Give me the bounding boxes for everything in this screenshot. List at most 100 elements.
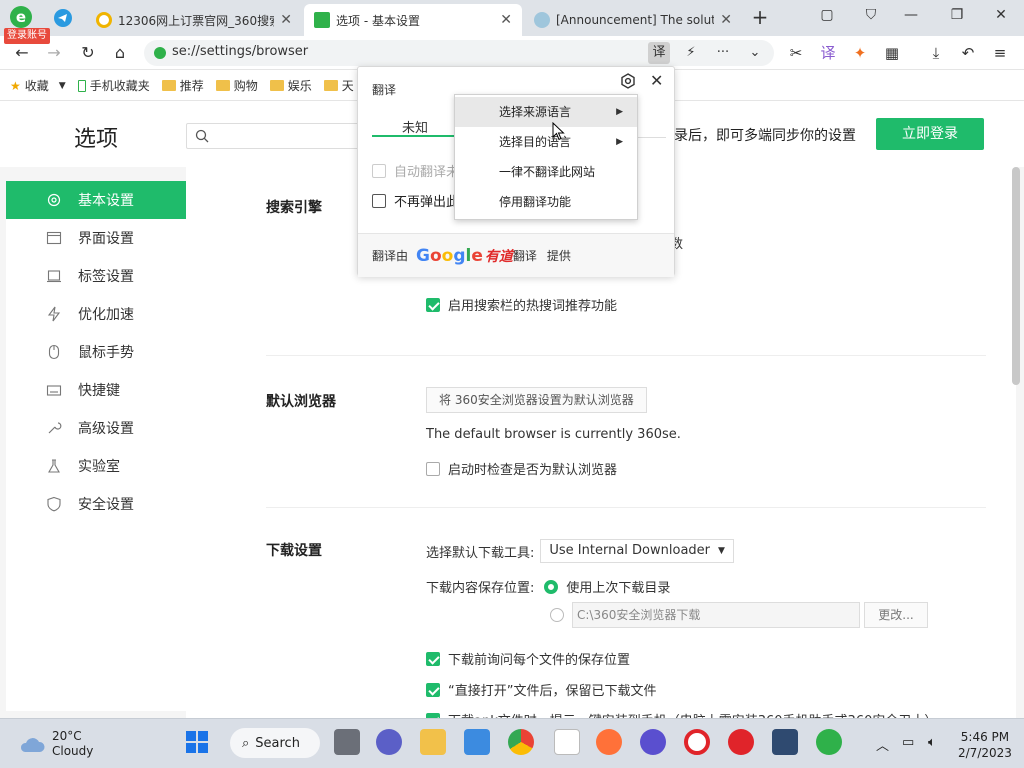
- browser-logo[interactable]: e 登录账号: [4, 2, 50, 44]
- apps-icon[interactable]: ▦: [880, 41, 904, 65]
- download-tool-select[interactable]: Use Internal Downloader ▼: [540, 539, 734, 563]
- translate-tool-icon[interactable]: 译: [816, 41, 840, 65]
- bookmark-more[interactable]: 天: [323, 77, 354, 94]
- hot-words-checkbox[interactable]: [426, 297, 440, 312]
- telegram-icon[interactable]: [52, 7, 74, 29]
- ask-each-checkbox[interactable]: [426, 651, 440, 666]
- close-icon[interactable]: ✕: [280, 12, 292, 28]
- store-icon[interactable]: [464, 729, 490, 755]
- check-default-checkbox[interactable]: [426, 461, 440, 476]
- login-badge[interactable]: 登录账号: [4, 28, 50, 44]
- task-view-icon[interactable]: [334, 729, 360, 755]
- close-icon[interactable]: ✕: [720, 12, 732, 28]
- home-button[interactable]: ⌂: [108, 41, 132, 65]
- taskbar-search[interactable]: ⌕ Search: [230, 728, 320, 758]
- tab-12306[interactable]: 12306网上订票官网_360搜索 ✕: [86, 4, 302, 36]
- no-popup-option[interactable]: 不再弹出此: [372, 191, 459, 210]
- login-button[interactable]: 立即登录: [876, 118, 984, 150]
- taskbar-clock[interactable]: 5:46 PM 2/7/2023: [958, 729, 1012, 761]
- bookmark-mobile[interactable]: 手机收藏夹: [77, 77, 150, 94]
- network-icon[interactable]: ▭: [902, 735, 914, 750]
- monitor-app-icon[interactable]: [772, 729, 798, 755]
- game-icon[interactable]: ✦: [848, 41, 872, 65]
- menu-item-target-language[interactable]: 选择目的语言 ▶: [455, 127, 637, 157]
- restore-button[interactable]: ❐: [942, 4, 972, 26]
- sidebar-item-security[interactable]: 安全设置: [6, 485, 186, 523]
- firefox-dev-icon[interactable]: [640, 729, 666, 755]
- download-icon[interactable]: ⤓: [924, 41, 948, 65]
- sidebar-item-shortcuts[interactable]: 快捷键: [6, 371, 186, 409]
- menu-item-never-translate[interactable]: 一律不翻译此网站: [455, 157, 637, 187]
- tab-icon: [47, 270, 61, 283]
- check-default-option[interactable]: 启动时检查是否为默认浏览器: [426, 459, 617, 478]
- scrollbar[interactable]: [1012, 167, 1020, 385]
- translate-icon[interactable]: 译: [648, 42, 670, 64]
- chevron-down-icon[interactable]: ⌄: [744, 42, 766, 64]
- sidebar-item-mouse[interactable]: 鼠标手势: [6, 333, 186, 371]
- auto-translate-checkbox[interactable]: [372, 163, 386, 178]
- sidebar-item-lab[interactable]: 实验室: [6, 447, 186, 485]
- bookmark-entertainment[interactable]: 娱乐: [269, 77, 312, 94]
- reload-button[interactable]: ↻: [76, 41, 100, 65]
- ask-each-option[interactable]: 下载前询问每个文件的保存位置: [426, 649, 630, 668]
- keep-file-option[interactable]: “直接打开”文件后，保留已下载文件: [426, 680, 656, 699]
- no-popup-checkbox[interactable]: [372, 193, 386, 208]
- volume-icon[interactable]: 🔈︎: [928, 735, 936, 750]
- tab-settings[interactable]: 选项 - 基本设置 ✕: [304, 4, 522, 36]
- scissors-icon[interactable]: ✂: [784, 41, 808, 65]
- sidebar-item-interface[interactable]: 界面设置: [6, 219, 186, 257]
- forward-button[interactable]: →: [42, 41, 66, 65]
- yandex-icon[interactable]: [728, 729, 754, 755]
- gear-icon[interactable]: [620, 73, 636, 89]
- more-icon[interactable]: ···: [712, 42, 734, 64]
- weather-widget[interactable]: 20°C Cloudy: [18, 729, 93, 759]
- wrench-icon: [48, 422, 62, 434]
- tab-announcement[interactable]: [Announcement] The solution ✕: [524, 4, 742, 36]
- bookmark-recommend[interactable]: 推荐: [161, 77, 204, 94]
- sidebar-item-advanced[interactable]: 高级设置: [6, 409, 186, 447]
- chevron-up-icon[interactable]: ︿: [876, 735, 889, 754]
- keep-file-checkbox[interactable]: [426, 682, 440, 697]
- close-window-button[interactable]: ✕: [986, 4, 1016, 26]
- auto-translate-option[interactable]: 自动翻译未: [372, 161, 459, 180]
- change-path-button[interactable]: 更改...: [864, 602, 928, 628]
- menu-item-source-language[interactable]: 选择来源语言 ▶: [455, 97, 637, 127]
- windows-start-icon[interactable]: [184, 729, 210, 755]
- sidebar-item-tabs[interactable]: 标签设置: [6, 257, 186, 295]
- 360-browser-icon[interactable]: [816, 729, 842, 755]
- undo-icon[interactable]: ↶: [956, 41, 980, 65]
- firefox-icon[interactable]: [596, 729, 622, 755]
- menu-icon[interactable]: ≡: [988, 41, 1012, 65]
- apk-option[interactable]: 下载apk文件时，提示一键安装到手机（电脑上需安装360手机助手或360安全卫士…: [426, 710, 986, 718]
- opera-icon[interactable]: [684, 729, 710, 755]
- chrome-icon[interactable]: [508, 729, 534, 755]
- new-tab-button[interactable]: +: [748, 6, 772, 30]
- sidebar-item-optimize[interactable]: 优化加速: [6, 295, 186, 333]
- flask-icon: [48, 459, 60, 473]
- close-icon[interactable]: ✕: [500, 12, 512, 28]
- back-button[interactable]: ←: [10, 41, 34, 65]
- lightning-icon[interactable]: ⚡: [680, 42, 702, 64]
- sidebar-item-basic[interactable]: 基本设置: [6, 181, 186, 219]
- custom-path-radio[interactable]: [550, 608, 564, 622]
- minimize-button[interactable]: —: [896, 4, 926, 26]
- menu-item-disable-translate[interactable]: 停用翻译功能: [455, 187, 637, 217]
- address-bar[interactable]: se://settings/browser 译 ⚡ ··· ⌄: [144, 40, 774, 66]
- address-toolbar: ← → ↻ ⌂ se://settings/browser 译 ⚡ ··· ⌄ …: [0, 36, 1024, 70]
- download-path-input[interactable]: C:\360安全浏览器下载: [572, 602, 860, 628]
- bookmark-favorites[interactable]: ★ 收藏 ▼: [10, 77, 66, 94]
- teams-icon[interactable]: [376, 729, 402, 755]
- youdao-logo: 有道: [484, 248, 513, 265]
- tab-title: 选项 - 基本设置: [336, 13, 420, 28]
- bookmark-shopping[interactable]: 购物: [215, 77, 258, 94]
- shirt-icon[interactable]: ⛉: [856, 4, 886, 26]
- tab-list-icon[interactable]: ▢: [812, 4, 842, 26]
- notepad-icon[interactable]: [554, 729, 580, 755]
- source-language-tab[interactable]: 未知: [372, 117, 458, 137]
- close-icon[interactable]: ✕: [650, 71, 663, 90]
- last-dir-radio[interactable]: [544, 579, 559, 594]
- file-explorer-icon[interactable]: [420, 729, 446, 755]
- hot-words-option[interactable]: 启用搜索栏的热搜词推荐功能: [426, 295, 617, 314]
- set-default-browser-button[interactable]: 将 360安全浏览器设置为默认浏览器: [426, 387, 647, 413]
- url-text[interactable]: se://settings/browser: [172, 44, 308, 59]
